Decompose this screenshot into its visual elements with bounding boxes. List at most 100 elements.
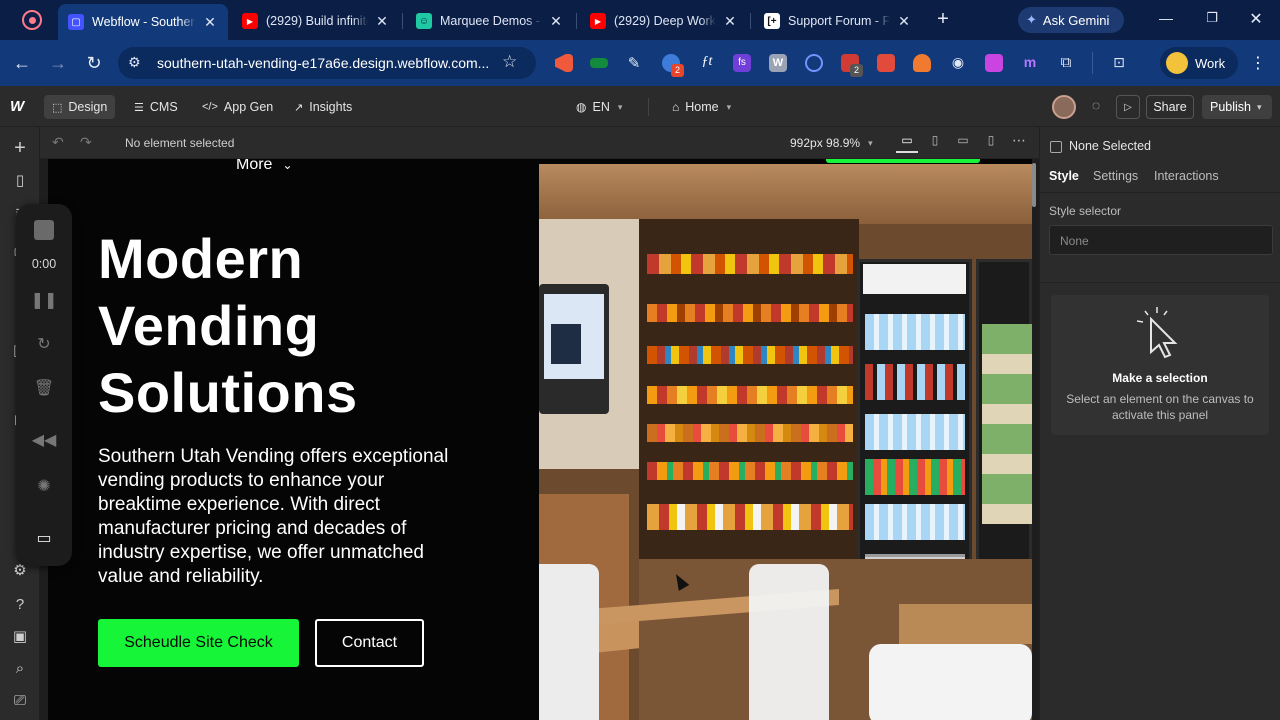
browser-menu-icon[interactable]: ⋮ (1250, 53, 1266, 73)
network-icon[interactable] (805, 54, 823, 72)
preview-play-icon[interactable]: ▷ (1116, 95, 1140, 119)
more-options-icon[interactable]: ⋯ (1010, 132, 1028, 152)
close-tab-icon[interactable]: ✕ (896, 13, 912, 30)
tab-interactions[interactable]: Interactions (1154, 169, 1219, 183)
nav-more-label: More (236, 159, 273, 173)
site-info-icon[interactable]: ⚙ (128, 54, 141, 71)
chrome-menu-icon[interactable] (22, 10, 42, 30)
style-selector-input[interactable]: None (1049, 225, 1273, 255)
font-ninja-icon[interactable]: ƒt (698, 54, 716, 72)
tab-design[interactable]: ⬚ Design (44, 95, 116, 119)
search-icon[interactable]: ⌕ (9, 657, 31, 679)
close-tab-icon[interactable]: ✕ (374, 13, 390, 30)
design-canvas[interactable]: More ⌄ Modern Vending Solutions Southern… (48, 159, 1032, 720)
tab-marquee-demos[interactable]: ☺ Marquee Demos - Finsweet ✕ (406, 6, 574, 36)
close-window-icon[interactable]: ✕ (1246, 9, 1266, 29)
audit-icon[interactable]: ▣ (9, 625, 31, 647)
viewport-size-dropdown[interactable]: 992px 98.9% ▾ (790, 136, 873, 150)
add-elements-icon[interactable]: + (9, 137, 31, 159)
toolbar-divider (1092, 52, 1093, 74)
address-bar[interactable]: ⚙ southern-utah-vending-e17a6e.design.we… (118, 47, 536, 79)
tab-support-forum[interactable]: [+ Support Forum - Finsweet ✕ (754, 6, 922, 36)
eyedropper-icon[interactable]: ✎ (625, 54, 643, 72)
cursor-click-icon (1136, 307, 1178, 359)
hero-vending-image (539, 164, 1032, 720)
redo-icon[interactable]: ↷ (80, 134, 92, 151)
undo-icon[interactable]: ↶ (52, 134, 64, 151)
pause-icon[interactable]: ❚❚ (31, 288, 58, 312)
chevron-down-icon: ▾ (868, 137, 873, 148)
forward-icon[interactable]: → (46, 51, 70, 75)
contact-button[interactable]: Contact (315, 619, 424, 667)
camera-icon[interactable]: ◉ (949, 54, 967, 72)
extension-pink-icon[interactable] (985, 54, 1003, 72)
breakpoint-mobile-icon[interactable]: ▯ (982, 133, 1000, 153)
chevron-down-icon: ⌄ (282, 159, 293, 172)
profile-label: Work (1195, 55, 1226, 71)
database-icon: ☰ (134, 101, 144, 114)
viewport-size-label: 992px 98.9% (790, 136, 861, 150)
breakpoint-desktop-icon[interactable]: ▭ (896, 133, 918, 153)
hero-heading-line: Vending (98, 294, 320, 357)
restart-icon[interactable]: ↻ (32, 332, 56, 356)
hero-heading: Modern Vending Solutions (98, 225, 358, 426)
tab-youtube-build[interactable]: ▶ (2929) Build infinite ✕ (232, 6, 400, 36)
ask-gemini-button[interactable]: ✦ Ask Gemini (1018, 7, 1124, 33)
bookmark-star-icon[interactable]: ☆ (502, 52, 517, 72)
canvas-scrollbar[interactable] (1032, 163, 1036, 207)
profile-chip[interactable]: Work (1160, 47, 1238, 79)
schedule-site-check-button[interactable]: Scheudle Site Check (98, 619, 299, 667)
top-bar-divider (648, 98, 649, 116)
back-icon[interactable]: ← (10, 51, 34, 75)
none-selected-checkbox[interactable] (1050, 141, 1062, 153)
tab-separator (750, 13, 751, 29)
minimize-window-icon[interactable]: — (1156, 10, 1176, 30)
help-icon[interactable]: ? (9, 593, 31, 615)
publish-button[interactable]: Publish ▾ (1202, 95, 1272, 119)
close-tab-icon[interactable]: ✕ (548, 13, 564, 30)
nav-more-dropdown[interactable]: More ⌄ (236, 159, 293, 174)
extension-badge: 2 (671, 64, 684, 77)
style-panel: None Selected Style Settings Interaction… (1039, 127, 1280, 720)
breakpoint-landscape-icon[interactable]: ▭ (954, 133, 972, 153)
close-tab-icon[interactable]: ✕ (202, 14, 218, 31)
camera-toggle-icon[interactable]: ▭ (32, 526, 56, 550)
reload-icon[interactable]: ↻ (82, 51, 106, 75)
page-dropdown[interactable]: ⌂ Home ▾ (664, 95, 739, 119)
extension-m-icon[interactable]: m (1021, 54, 1039, 72)
effects-icon[interactable]: ✺ (32, 474, 56, 498)
tab-youtube-deep-work[interactable]: ▶ (2929) Deep Work ✕ (580, 6, 748, 36)
tab-app-gen[interactable]: </> App Gen (194, 95, 281, 119)
comments-icon[interactable]: ◌ (1086, 97, 1106, 117)
tab-style[interactable]: Style (1049, 169, 1079, 183)
rewind-icon[interactable]: ◀◀ (32, 428, 57, 452)
tab-settings[interactable]: Settings (1093, 169, 1138, 183)
extension-green-icon[interactable] (590, 58, 608, 68)
extensions-puzzle-icon[interactable]: ⧉ (1057, 54, 1075, 72)
breakpoint-tablet-icon[interactable]: ▯ (926, 133, 944, 153)
collaborator-avatar[interactable] (1052, 95, 1076, 119)
stop-recording-button[interactable] (34, 220, 54, 240)
tab-title: Marquee Demos - Finsweet (440, 14, 542, 28)
delete-icon[interactable]: 🗑 (32, 376, 56, 400)
tab-insights[interactable]: ↗ Insights (286, 95, 360, 119)
webflow-logo-icon[interactable]: W (10, 98, 24, 115)
empty-state-card: Make a selection Select an element on th… (1051, 295, 1269, 435)
close-tab-icon[interactable]: ✕ (722, 13, 738, 30)
restore-window-icon[interactable]: ❐ (1202, 10, 1222, 30)
new-tab-icon[interactable]: + (932, 8, 954, 32)
pages-icon[interactable]: ▯ (9, 169, 31, 191)
empty-state-title: Make a selection (1112, 371, 1208, 385)
recording-timer: 0:00 (31, 257, 57, 271)
extension-orange-icon[interactable] (913, 54, 931, 72)
tab-search-icon[interactable]: ⊡ (1110, 54, 1128, 72)
finsweet-extension-icon[interactable]: fs (733, 54, 751, 72)
locale-dropdown[interactable]: ◍ EN ▾ (568, 95, 630, 119)
tab-title: Support Forum - Finsweet (788, 14, 890, 28)
tab-cms[interactable]: ☰ CMS (126, 95, 186, 119)
tab-webflow[interactable]: ▢ Webflow - Southern Utah Vending ✕ (58, 4, 228, 40)
video-tutorial-icon[interactable]: ⎚ (9, 689, 31, 711)
share-button[interactable]: Share (1146, 95, 1194, 119)
webflow-w-icon[interactable]: W (769, 54, 787, 72)
calendar-icon[interactable] (877, 54, 895, 72)
